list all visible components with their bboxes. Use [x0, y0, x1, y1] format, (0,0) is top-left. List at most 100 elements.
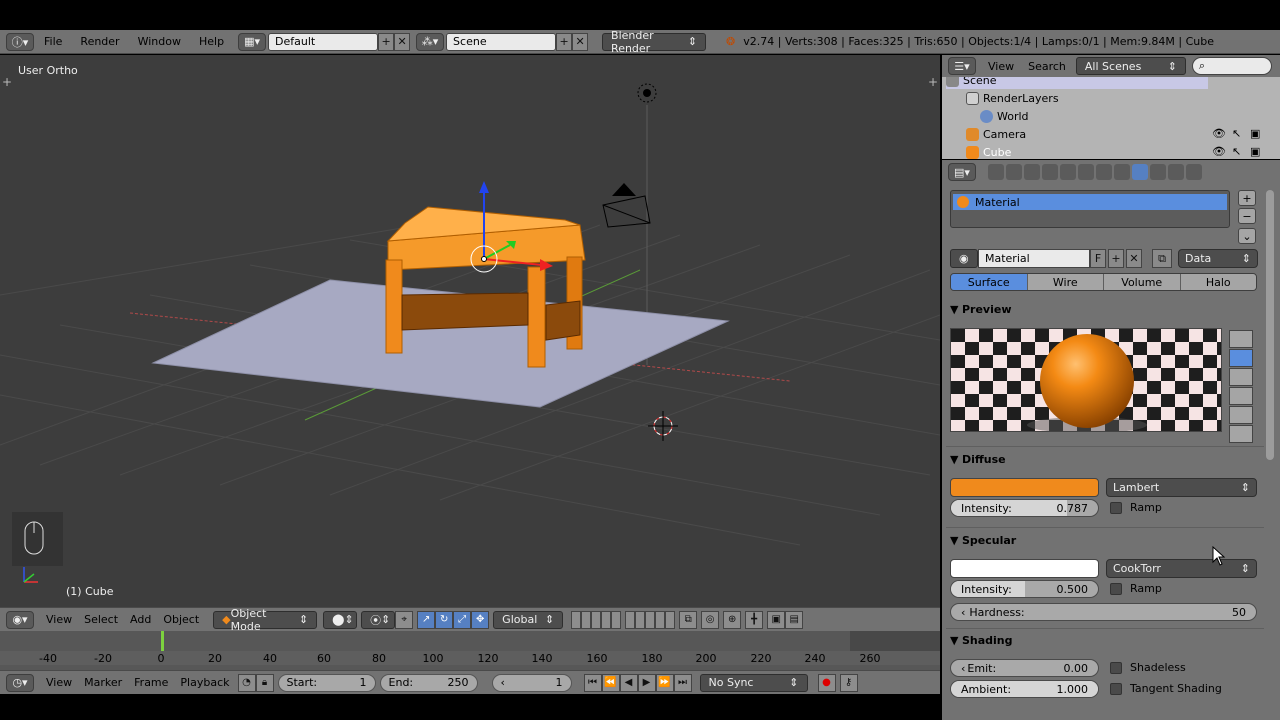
3d-viewport[interactable]: User Ortho (1) Cube + + [0, 55, 940, 607]
menu-select[interactable]: Select [84, 613, 118, 626]
slot-specials-button[interactable]: ⌄ [1238, 228, 1256, 244]
end-frame-field[interactable]: End: 250 [379, 673, 478, 692]
outliner-item-renderlayers[interactable]: RenderLayers [966, 89, 1234, 107]
jump-end-icon[interactable]: ⏭ [673, 673, 692, 692]
unlink-material-button[interactable]: ✕ [1126, 249, 1142, 268]
diffuse-ramp-checkbox[interactable]: Ramp [1110, 501, 1162, 514]
outliner-item-cube[interactable]: Cube [966, 143, 1234, 159]
menu-file[interactable]: File [44, 35, 62, 48]
next-keyframe-icon[interactable]: ⏩ [655, 673, 674, 692]
render-engine-dropdown[interactable]: Blender Render ⇕ [602, 29, 707, 55]
sync-dropdown[interactable]: No Sync ⇕ [699, 673, 808, 692]
scene-tab-icon[interactable] [1024, 164, 1040, 180]
remove-screen-button[interactable]: ✕ [394, 32, 411, 51]
orientation-dropdown[interactable]: Global ⇕ [493, 610, 564, 629]
hardness-slider[interactable]: ‹ Hardness: 50 [950, 603, 1257, 621]
lamp-object[interactable] [637, 83, 657, 103]
data-tab-icon[interactable] [1114, 164, 1130, 180]
material-name-field[interactable]: Material [978, 249, 1090, 268]
screen-layout-icon[interactable]: ▦▾ [238, 32, 267, 51]
diffuse-intensity-slider[interactable]: Intensity: 0.787 [950, 499, 1099, 517]
fake-user-button[interactable]: F [1090, 249, 1106, 268]
menu-window[interactable]: Window [138, 35, 181, 48]
properties-editor-icon[interactable]: ▤▾ [948, 163, 976, 181]
properties-scrollbar[interactable] [1266, 190, 1274, 460]
diffuse-panel-header[interactable]: ▼ Diffuse [950, 453, 1006, 466]
texture-tab-icon[interactable] [1150, 164, 1166, 180]
emit-slider[interactable]: ‹ Emit: 0.00 [950, 659, 1099, 677]
tab-halo[interactable]: Halo [1180, 274, 1256, 290]
select-arrow-icon[interactable]: ↖ [1232, 127, 1241, 140]
modifiers-tab-icon[interactable] [1096, 164, 1112, 180]
render-animation-icon[interactable]: ▤ [785, 610, 804, 629]
play-reverse-icon[interactable]: ◀ [619, 673, 638, 692]
ambient-slider[interactable]: Ambient: 1.000 [950, 680, 1099, 698]
render-camera-icon[interactable]: ▣ [1250, 127, 1260, 140]
diffuse-color-swatch[interactable] [950, 478, 1099, 497]
outliner-item-camera[interactable]: Camera [966, 125, 1234, 143]
menu-view[interactable]: View [46, 676, 72, 689]
layer-button[interactable] [571, 610, 582, 629]
preview-flat-button[interactable] [1229, 330, 1253, 348]
specular-shader-dropdown[interactable]: CookTorr ⇕ [1106, 559, 1257, 578]
world-tab-icon[interactable] [1042, 164, 1058, 180]
layer-button[interactable] [625, 610, 636, 629]
manipulator-toggle-button[interactable]: ⌖ [395, 610, 414, 629]
move-manipulator-button[interactable]: ✥ [471, 610, 490, 629]
menu-view[interactable]: View [988, 60, 1014, 73]
layer-button[interactable] [591, 610, 602, 629]
shading-dropdown[interactable]: ⬤ ⇕ [323, 610, 358, 629]
layer-button[interactable] [635, 610, 646, 629]
renderlayers-tab-icon[interactable] [1006, 164, 1022, 180]
pivot-dropdown[interactable]: ⦿ ⇕ [361, 610, 396, 629]
camera-object[interactable] [602, 183, 651, 228]
menu-playback[interactable]: Playback [180, 676, 229, 689]
preview-hair-button[interactable] [1229, 406, 1253, 424]
material-tab-icon[interactable] [1132, 164, 1148, 180]
lock-camera-icon[interactable]: ⧉ [679, 610, 698, 629]
info-editor-icon[interactable]: ⓘ▾ [6, 32, 34, 51]
scale-manipulator-button[interactable]: ⤢ [453, 610, 472, 629]
node-material-icon[interactable]: ⧉ [1152, 249, 1172, 268]
snap-icon[interactable]: ⊕ [723, 610, 742, 629]
start-frame-field[interactable]: Start: 1 [277, 673, 376, 692]
specular-color-swatch[interactable] [950, 559, 1099, 578]
menu-view[interactable]: View [46, 613, 72, 626]
add-slot-button[interactable]: + [1238, 190, 1256, 206]
scene-field[interactable]: Scene [446, 32, 557, 51]
preview-cube-button[interactable] [1229, 368, 1253, 386]
link-dropdown[interactable]: Data ⇕ [1178, 249, 1258, 268]
preview-sky-button[interactable] [1229, 425, 1253, 443]
outliner-item-scene[interactable]: Scene [946, 77, 1208, 89]
lock-icon[interactable]: 🔒︎ [255, 673, 274, 692]
material-browse-button[interactable]: ◉ [950, 249, 978, 268]
mode-dropdown[interactable]: ◆ Object Mode ⇕ [213, 607, 318, 633]
display-mode-dropdown[interactable]: All Scenes ⇕ [1075, 57, 1186, 75]
decrement-icon[interactable]: ‹ [961, 606, 965, 619]
layer-buttons[interactable] [571, 610, 622, 629]
current-frame-field[interactable]: ‹ 1 [491, 673, 572, 692]
menu-marker[interactable]: Marker [84, 676, 122, 689]
shading-panel-header[interactable]: ▼ Shading [950, 634, 1013, 647]
add-screen-button[interactable]: + [378, 32, 395, 51]
menu-render[interactable]: Render [80, 35, 119, 48]
outliner-item-world[interactable]: World [980, 107, 1248, 125]
prev-keyframe-icon[interactable]: ⏪ [601, 673, 620, 692]
menu-frame[interactable]: Frame [134, 676, 168, 689]
corner-plus-icon[interactable]: + [2, 75, 12, 89]
current-frame-cursor[interactable] [161, 631, 164, 653]
layer-button[interactable] [581, 610, 592, 629]
decrement-icon[interactable]: ‹ [501, 676, 505, 689]
corner-plus-icon-right[interactable]: + [928, 75, 938, 89]
physics-tab-icon[interactable] [1186, 164, 1202, 180]
timeline-editor-icon[interactable]: ◷▾ [6, 673, 34, 692]
layer-buttons-2[interactable] [625, 610, 676, 629]
shadeless-checkbox[interactable]: Shadeless [1110, 661, 1186, 674]
diffuse-shader-dropdown[interactable]: Lambert ⇕ [1106, 478, 1257, 497]
object-tab-icon[interactable] [1060, 164, 1076, 180]
preview-monkey-button[interactable] [1229, 387, 1253, 405]
tab-wire[interactable]: Wire [1027, 274, 1104, 290]
screen-layout-field[interactable]: Default [268, 32, 379, 51]
specular-panel-header[interactable]: ▼ Specular [950, 534, 1016, 547]
preview-sphere-button[interactable] [1229, 349, 1253, 367]
